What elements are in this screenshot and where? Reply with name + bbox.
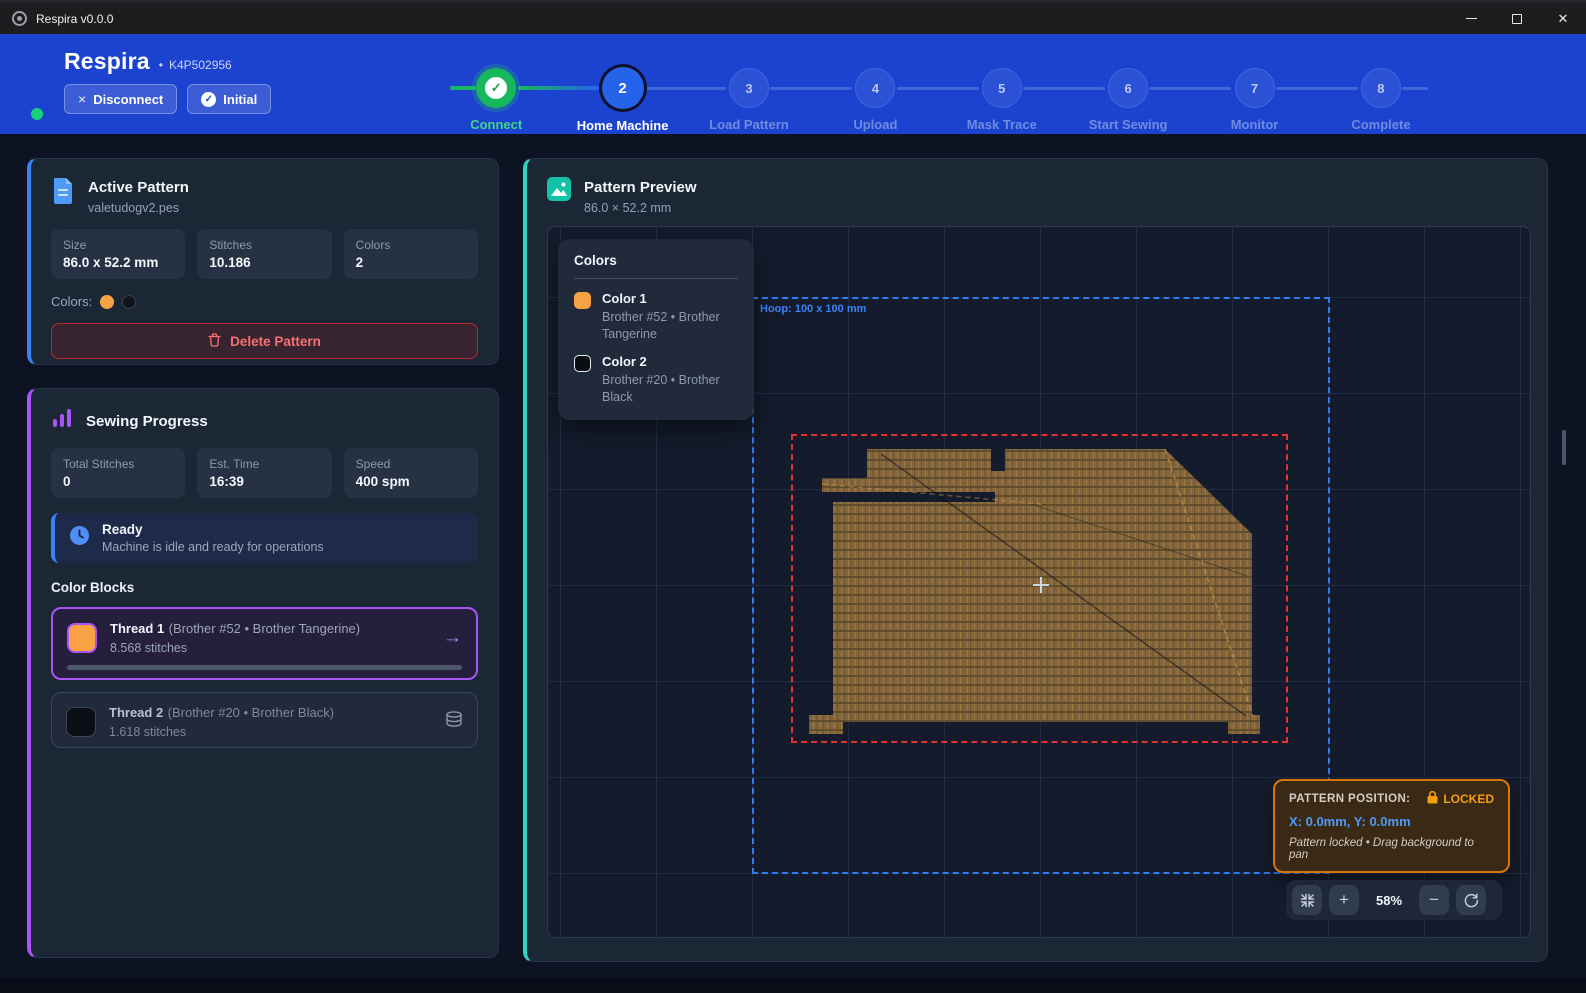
step-load-pattern-circle[interactable]: 3 bbox=[729, 68, 769, 108]
disconnect-button[interactable]: × Disconnect bbox=[64, 84, 177, 114]
step-mask-trace-circle[interactable]: 5 bbox=[982, 68, 1022, 108]
connection-status-dot bbox=[31, 108, 43, 120]
color-1-swatch bbox=[574, 292, 591, 309]
maximize-icon bbox=[1512, 14, 1522, 24]
thread-2-swatch bbox=[66, 707, 96, 737]
preview-canvas[interactable]: Hoop: 100 x 100 mm bbox=[547, 226, 1531, 938]
arrow-right-icon: → bbox=[443, 627, 462, 649]
divider bbox=[574, 278, 738, 279]
zoom-level: 58% bbox=[1366, 893, 1412, 908]
locked-badge: LOCKED bbox=[1443, 792, 1494, 806]
titlebar: Respira v0.0.0 ✕ bbox=[0, 3, 1586, 34]
compress-icon bbox=[1300, 893, 1315, 908]
check-circle-icon: ✓ bbox=[201, 92, 216, 107]
stat-size: Size 86.0 x 52.2 mm bbox=[51, 229, 185, 279]
pattern-dimensions: 86.0 × 52.2 mm bbox=[584, 201, 697, 215]
image-icon bbox=[547, 177, 571, 206]
pattern-coordinates: X: 0.0mm, Y: 0.0mm bbox=[1289, 814, 1494, 829]
colors-legend-panel: Colors Color 1 Brother #52 • Brother Tan… bbox=[558, 239, 754, 420]
trash-icon bbox=[208, 333, 221, 350]
close-button[interactable]: ✕ bbox=[1540, 3, 1586, 34]
legend-color-2: Color 2 Brother #20 • Brother Black bbox=[574, 354, 738, 406]
status-title: Ready bbox=[102, 522, 324, 537]
file-document-icon bbox=[51, 177, 75, 210]
fit-to-screen-button[interactable] bbox=[1292, 885, 1322, 915]
machine-serial: • K4P502956 bbox=[159, 58, 232, 72]
stat-colors: Colors 2 bbox=[344, 229, 478, 279]
stat-speed: Speed 400 spm bbox=[344, 448, 478, 498]
step-home-machine[interactable]: 2 Home Machine bbox=[559, 44, 685, 133]
step-monitor[interactable]: 7 Monitor bbox=[1191, 44, 1317, 133]
machine-status-box: Ready Machine is idle and ready for oper… bbox=[51, 513, 478, 563]
color-dot-black bbox=[122, 295, 136, 309]
thread-block-2[interactable]: Thread 2 (Brother #20 • Brother Black) 1… bbox=[51, 692, 478, 748]
step-start-sewing[interactable]: 6 Start Sewing bbox=[1065, 44, 1191, 133]
thread-1-progress-bar bbox=[67, 665, 462, 670]
layers-stack-icon bbox=[445, 711, 463, 732]
sewing-progress-card: Sewing Progress Total Stitches 0 Est. Ti… bbox=[27, 388, 499, 958]
close-x-icon: × bbox=[78, 91, 86, 107]
active-pattern-card: Active Pattern valetudogv2.pes Size 86.0… bbox=[27, 158, 499, 365]
scrollbar-thumb[interactable] bbox=[1562, 430, 1566, 465]
window-bottom-edge bbox=[0, 978, 1586, 993]
legend-color-1: Color 1 Brother #52 • Brother Tangerine bbox=[574, 291, 738, 343]
initial-button[interactable]: ✓ Initial bbox=[187, 84, 271, 114]
color-dot-orange bbox=[100, 295, 114, 309]
thread-block-1[interactable]: Thread 1 (Brother #52 • Brother Tangerin… bbox=[51, 607, 478, 680]
step-mask-trace[interactable]: 5 Mask Trace bbox=[939, 44, 1065, 133]
minimize-button[interactable] bbox=[1448, 3, 1494, 34]
stat-stitches: Stitches 10.186 bbox=[197, 229, 331, 279]
step-complete[interactable]: 8 Complete bbox=[1318, 44, 1444, 133]
thread-1-swatch bbox=[67, 623, 97, 653]
zoom-toolbar: + 58% − bbox=[1286, 880, 1502, 920]
clock-icon bbox=[69, 525, 90, 551]
app-header: Respira • K4P502956 × Disconnect ✓ Initi… bbox=[0, 34, 1586, 134]
app-name: Respira bbox=[64, 48, 150, 75]
status-description: Machine is idle and ready for operations bbox=[102, 540, 324, 554]
pattern-preview-card: Pattern Preview 86.0 × 52.2 mm Hoop: 100… bbox=[523, 158, 1548, 962]
colors-row-label: Colors: bbox=[51, 294, 92, 309]
stat-total-stitches: Total Stitches 0 bbox=[51, 448, 185, 498]
refresh-icon bbox=[1464, 893, 1479, 908]
lock-icon bbox=[1427, 791, 1438, 807]
delete-pattern-button[interactable]: Delete Pattern bbox=[51, 323, 478, 359]
minimize-icon bbox=[1466, 18, 1477, 19]
step-home-machine-circle[interactable]: 2 bbox=[602, 67, 644, 109]
app-icon bbox=[12, 11, 27, 26]
step-connect[interactable]: ✓ Connect bbox=[433, 44, 559, 133]
check-icon: ✓ bbox=[485, 77, 507, 99]
step-upload[interactable]: 4 Upload bbox=[812, 44, 938, 133]
bar-chart-icon bbox=[51, 407, 73, 434]
step-monitor-circle[interactable]: 7 bbox=[1235, 68, 1275, 108]
reset-view-button[interactable] bbox=[1456, 885, 1486, 915]
pan-hint: Pattern locked • Drag background to pan bbox=[1289, 837, 1494, 861]
workflow-stepper: ✓ Connect 2 Home Machine 3 Load Pattern … bbox=[433, 44, 1445, 128]
step-connect-circle[interactable]: ✓ bbox=[476, 68, 516, 108]
hoop-center-crosshair bbox=[1033, 577, 1049, 593]
zoom-in-button[interactable]: + bbox=[1329, 885, 1359, 915]
pattern-preview-title: Pattern Preview bbox=[584, 177, 697, 196]
color-blocks-label: Color Blocks bbox=[31, 563, 498, 595]
maximize-button[interactable] bbox=[1494, 3, 1540, 34]
step-load-pattern[interactable]: 3 Load Pattern bbox=[686, 44, 812, 133]
hoop-label: Hoop: 100 x 100 mm bbox=[760, 303, 866, 315]
zoom-out-button[interactable]: − bbox=[1419, 885, 1449, 915]
active-pattern-title: Active Pattern bbox=[88, 177, 189, 196]
pattern-position-overlay: PATTERN POSITION: LOCKED X: 0.0mm, Y: 0.… bbox=[1273, 779, 1510, 873]
step-start-sewing-circle[interactable]: 6 bbox=[1108, 68, 1148, 108]
color-2-swatch bbox=[574, 355, 591, 372]
pattern-filename: valetudogv2.pes bbox=[88, 201, 189, 215]
sewing-progress-title: Sewing Progress bbox=[86, 411, 208, 430]
window-title: Respira v0.0.0 bbox=[36, 12, 113, 26]
step-upload-circle[interactable]: 4 bbox=[855, 68, 895, 108]
step-complete-circle[interactable]: 8 bbox=[1361, 68, 1401, 108]
stat-est-time: Est. Time 16:39 bbox=[197, 448, 331, 498]
